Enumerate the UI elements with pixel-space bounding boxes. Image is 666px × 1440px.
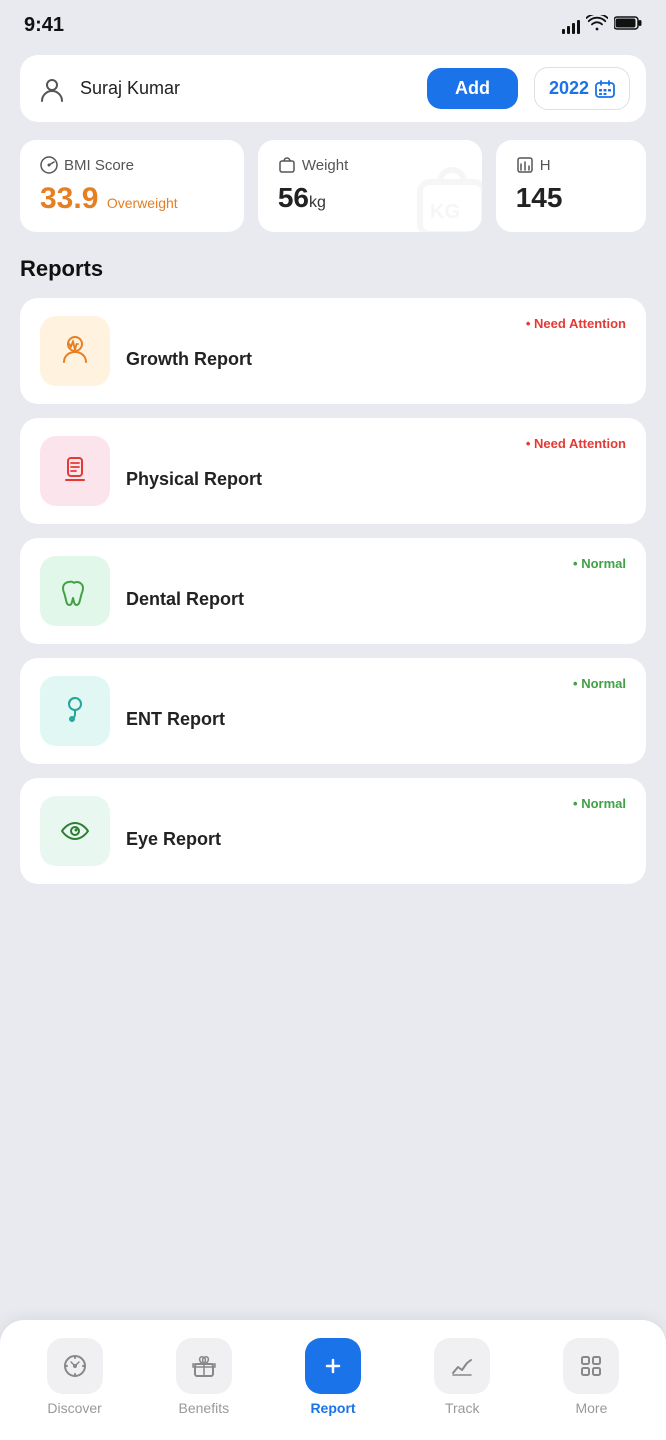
eye-report-status: • Normal [573, 796, 626, 811]
ent-report-card[interactable]: • Normal ENT Report [20, 658, 646, 764]
report-label: Report [310, 1400, 355, 1416]
benefits-icon-wrap [176, 1338, 232, 1394]
dental-report-icon [40, 556, 110, 626]
eye-report-card[interactable]: • Normal Eye Report [20, 778, 646, 884]
reports-list: • Need Attention Growth Report • Need At… [20, 298, 646, 884]
ent-report-name: ENT Report [126, 709, 626, 730]
battery-icon [614, 16, 642, 35]
ent-report-info: • Normal ENT Report [126, 693, 626, 730]
weight-value: 56 [278, 182, 309, 213]
bottom-nav: Discover Benefits Report [0, 1320, 666, 1440]
add-button[interactable]: Add [427, 68, 518, 109]
growth-report-info: • Need Attention Growth Report [126, 333, 626, 370]
top-bar: Suraj Kumar Add 2022 [20, 55, 646, 122]
metrics-row: BMI Score 33.9 Overweight Weight 56kg [20, 140, 646, 232]
eye-report-info: • Normal Eye Report [126, 813, 626, 850]
bmi-card[interactable]: BMI Score 33.9 Overweight [20, 140, 244, 232]
nav-track[interactable]: Track [398, 1338, 527, 1416]
more-icon-wrap [563, 1338, 619, 1394]
growth-report-name: Growth Report [126, 349, 626, 370]
dental-report-status: • Normal [573, 556, 626, 571]
bmi-status: Overweight [107, 195, 178, 211]
growth-report-icon [40, 316, 110, 386]
dental-report-info: • Normal Dental Report [126, 573, 626, 610]
track-label: Track [445, 1400, 479, 1416]
benefits-label: Benefits [179, 1400, 230, 1416]
physical-report-card[interactable]: • Need Attention Physical Report [20, 418, 646, 524]
nav-discover[interactable]: Discover [10, 1338, 139, 1416]
more-label: More [575, 1400, 607, 1416]
bmi-value: 33.9 [40, 182, 98, 215]
nav-benefits[interactable]: Benefits [139, 1338, 268, 1416]
discover-icon-wrap [47, 1338, 103, 1394]
main-content: Suraj Kumar Add 2022 [0, 45, 666, 884]
ent-report-icon [40, 676, 110, 746]
physical-report-icon [40, 436, 110, 506]
status-bar: 9:41 [0, 0, 666, 45]
discover-label: Discover [47, 1400, 101, 1416]
reports-section-title: Reports [20, 256, 646, 282]
dental-report-name: Dental Report [126, 589, 626, 610]
year-button[interactable]: 2022 [534, 67, 630, 110]
signal-icon [562, 18, 580, 34]
eye-report-icon [40, 796, 110, 866]
weight-card[interactable]: Weight 56kg KG [258, 140, 482, 232]
ent-report-status: • Normal [573, 676, 626, 691]
nav-more[interactable]: More [527, 1338, 656, 1416]
bmi-label: BMI Score [40, 156, 224, 174]
growth-report-card[interactable]: • Need Attention Growth Report [20, 298, 646, 404]
year-label: 2022 [549, 78, 589, 99]
wifi-icon [586, 15, 608, 36]
weight-unit: kg [309, 194, 326, 211]
track-icon-wrap [434, 1338, 490, 1394]
physical-report-name: Physical Report [126, 469, 626, 490]
physical-report-info: • Need Attention Physical Report [126, 453, 626, 490]
partial-label: H [516, 156, 626, 174]
status-icons [562, 15, 642, 36]
growth-report-status: • Need Attention [526, 316, 626, 331]
dental-report-card[interactable]: • Normal Dental Report [20, 538, 646, 644]
user-name: Suraj Kumar [80, 78, 415, 99]
partial-metric-card[interactable]: H 145 [496, 140, 646, 232]
report-icon-wrap [305, 1338, 361, 1394]
physical-report-status: • Need Attention [526, 436, 626, 451]
eye-report-name: Eye Report [126, 829, 626, 850]
svg-text:KG: KG [430, 201, 460, 223]
partial-value: 145 [516, 182, 563, 213]
status-time: 9:41 [24, 14, 64, 37]
user-icon [36, 73, 68, 105]
nav-report[interactable]: Report [268, 1338, 397, 1416]
